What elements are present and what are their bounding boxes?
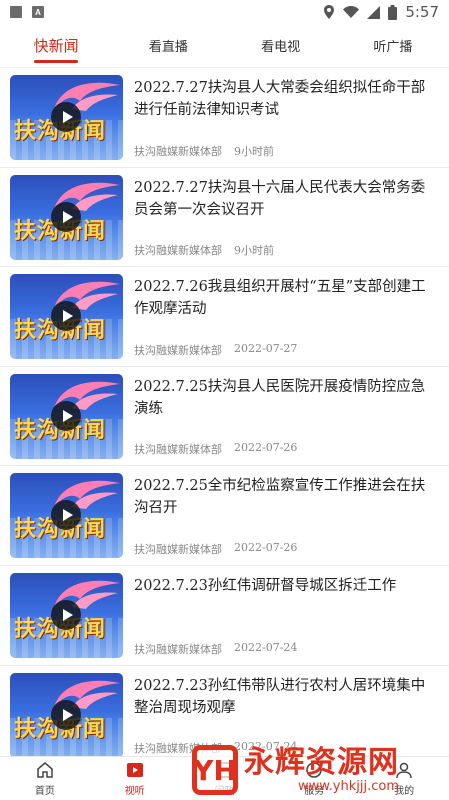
channel-tabs: 快新闻 看直播 看电视 听广播 bbox=[0, 24, 449, 68]
nav-wenzheng-label: 问政 bbox=[214, 786, 235, 797]
news-source: 扶沟融媒新媒体部 bbox=[134, 244, 222, 258]
user-icon bbox=[396, 762, 412, 779]
news-item[interactable]: 扶沟新闻 2022.7.25全市纪检监察宣传工作推进会在扶沟召开扶沟融媒新媒体部 2… bbox=[0, 466, 449, 566]
news-item[interactable]: 扶沟新闻 2022.7.25扶沟县人民医院开展疫情防控应急演练扶沟融媒新媒体部 20… bbox=[0, 367, 449, 467]
nav-shiting-label: 视听 bbox=[124, 786, 145, 797]
location-icon bbox=[324, 5, 335, 19]
news-item[interactable]: 扶沟新闻2022.7.23孙红伟带队进行农村人居环境集中整治周现场观摩扶沟融媒新… bbox=[0, 666, 449, 756]
news-time: 2022-07-24 bbox=[234, 640, 298, 654]
news-source: 扶沟融媒新媒体部 bbox=[134, 542, 222, 556]
tab-kan-zhibo[interactable]: 看直播 bbox=[112, 24, 224, 67]
signal-icon bbox=[367, 5, 381, 19]
news-title[interactable]: 2022.7.23孙红伟调研督导城区拆迁工作 bbox=[134, 575, 439, 597]
nav-fuwu[interactable]: 服务 bbox=[269, 757, 359, 800]
news-time: 9小时前 bbox=[234, 144, 274, 158]
video-thumbnail[interactable]: 扶沟新闻 bbox=[10, 473, 123, 559]
news-title[interactable]: 2022.7.27扶沟县十六届人民代表大会常务委员会第一次会议召开 bbox=[134, 177, 439, 221]
news-time: 2022-07-26 bbox=[234, 441, 298, 455]
news-title[interactable]: 2022.7.25扶沟县人民医院开展疫情防控应急演练 bbox=[134, 376, 439, 420]
play-icon[interactable] bbox=[51, 400, 81, 431]
tab-ting-guangbo[interactable]: 听广播 bbox=[337, 24, 449, 67]
news-item[interactable]: 扶沟新闻 2022.7.27扶沟县人大常委会组织拟任命干部进行任前法律知识考试扶沟… bbox=[0, 68, 449, 168]
news-source: 扶沟融媒新媒体部 bbox=[134, 642, 222, 656]
news-list: 扶沟新闻 2022.7.27扶沟县人大常委会组织拟任命干部进行任前法律知识考试 扶沟… bbox=[0, 68, 449, 756]
news-title[interactable]: 2022.7.26我县组织开展村“五星”支部创建工作观摩活动 bbox=[134, 276, 439, 320]
news-time: 2022-07-24 bbox=[234, 740, 298, 754]
play-icon[interactable] bbox=[51, 599, 81, 630]
battery-icon bbox=[388, 4, 398, 20]
video-thumbnail[interactable]: 扶沟新闻 bbox=[10, 572, 123, 658]
news-title[interactable]: 2022.7.23孙红伟带队进行农村人居环境集中整治周现场观摩 bbox=[134, 675, 439, 719]
bottom-nav: 首页 视听 问政 服务 我的 bbox=[0, 756, 449, 800]
home-icon bbox=[37, 762, 53, 778]
play-icon[interactable] bbox=[51, 201, 81, 232]
nav-wode[interactable]: 我的 bbox=[359, 757, 449, 800]
service-icon bbox=[306, 762, 323, 778]
news-title[interactable]: 2022.7.27扶沟县人大常委会组织拟任命干部进行任前法律知识考试 bbox=[134, 77, 439, 121]
news-item[interactable]: 扶沟新闻 2022.7.23孙红伟调研督导城区拆迁工作扶沟融媒新媒体部 2022-0… bbox=[0, 566, 449, 666]
tab-kan-dianshi[interactable]: 看电视 bbox=[225, 24, 337, 67]
video-thumbnail[interactable]: 扶沟新闻 bbox=[10, 75, 123, 160]
play-icon[interactable] bbox=[51, 699, 81, 730]
wifi-icon bbox=[343, 6, 360, 18]
nav-wenzheng[interactable]: 问政 bbox=[180, 757, 270, 800]
video-thumbnail[interactable]: 扶沟新闻 bbox=[10, 274, 123, 360]
status-time: 5:57 bbox=[405, 3, 439, 21]
news-title[interactable]: 2022.7.25全市纪检监察宣传工作推进会在扶沟召开 bbox=[134, 475, 439, 519]
news-source: 扶沟融媒新媒体部 bbox=[134, 343, 222, 357]
news-time: 2022-07-27 bbox=[234, 341, 298, 355]
news-source: 扶沟融媒新媒体部 bbox=[134, 443, 222, 457]
play-icon[interactable] bbox=[51, 301, 81, 332]
nav-wode-label: 我的 bbox=[394, 786, 415, 797]
news-source: 扶沟融媒新媒体部 bbox=[134, 144, 222, 158]
question-icon bbox=[216, 762, 233, 778]
play-icon[interactable] bbox=[51, 102, 81, 132]
status-bar: A 5:57 bbox=[0, 0, 449, 24]
video-play-icon bbox=[126, 763, 143, 777]
a-badge-icon: A bbox=[32, 6, 44, 18]
news-item[interactable]: 扶沟新闻2022.7.27扶沟县十六届人民代表大会常务委员会第一次会议召开扶沟融… bbox=[0, 168, 449, 268]
video-thumbnail[interactable]: 扶沟新闻 bbox=[10, 174, 123, 260]
nav-shiting[interactable]: 视听 bbox=[90, 757, 180, 800]
notification-square-icon bbox=[10, 6, 22, 18]
nav-home-label: 首页 bbox=[34, 786, 55, 797]
news-time: 9小时前 bbox=[234, 244, 274, 258]
news-time: 2022-07-26 bbox=[234, 540, 298, 554]
nav-home[interactable]: 首页 bbox=[0, 757, 90, 800]
nav-fuwu-label: 服务 bbox=[304, 786, 325, 797]
news-source: 扶沟融媒新媒体部 bbox=[134, 742, 222, 756]
news-item[interactable]: 扶沟新闻 2022.7.26我县组织开展村“五星”支部创建工作观摩活动扶沟融媒新媒… bbox=[0, 267, 449, 367]
tab-kuai-xinwen[interactable]: 快新闻 bbox=[0, 24, 112, 67]
video-thumbnail[interactable]: 扶沟新闻 bbox=[10, 373, 123, 459]
video-thumbnail[interactable]: 扶沟新闻 bbox=[10, 672, 123, 756]
